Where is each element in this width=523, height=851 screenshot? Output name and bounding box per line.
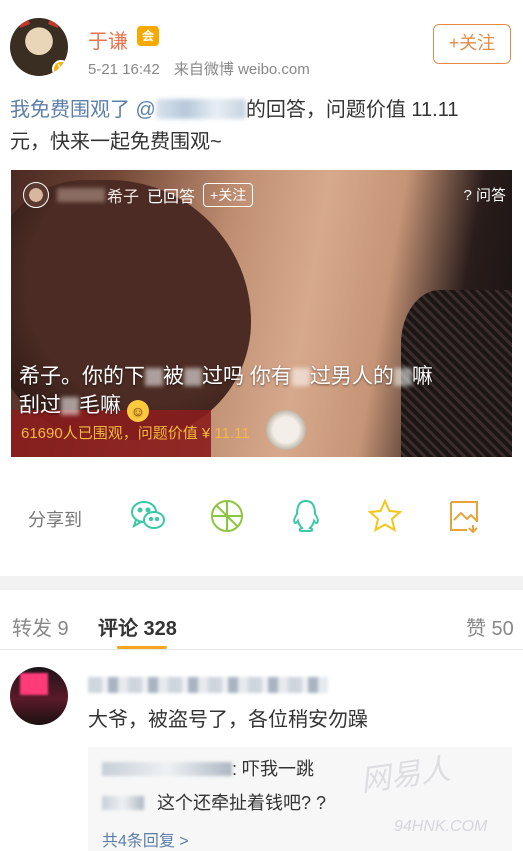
reply-text: : 吓我一跳 (232, 759, 315, 779)
question-part: 刮过 (19, 394, 61, 417)
follow-button[interactable]: +关注 (433, 24, 511, 64)
post-meta: 5-21 16:42 来自微博 weibo.com (88, 58, 310, 79)
vip-badge-icon: 会 (137, 26, 159, 46)
tab-likes[interactable]: 赞 50 (466, 612, 514, 641)
reply-item: : 吓我一跳 (102, 755, 314, 781)
section-divider (0, 576, 523, 590)
question-part: 嘛 (411, 365, 433, 388)
post-source: 来自微博 weibo.com (173, 61, 310, 78)
qzone-icon[interactable] (365, 496, 405, 536)
avatar[interactable]: V (10, 18, 68, 76)
username[interactable]: 于谦 (88, 25, 128, 54)
tongue-emoji-icon: ☺ (126, 400, 149, 422)
question-part: 毛嘛 (79, 394, 121, 417)
answer-stats: 61690人已围观，问题价值 ¥ 11.11 (21, 425, 250, 442)
blurred-word (61, 397, 79, 415)
blurred-word (184, 368, 202, 386)
share-label: 分享到 (28, 510, 82, 530)
question-part: 过男人的 (309, 365, 394, 388)
share-row: 分享到 (0, 490, 523, 546)
blurred-word (291, 368, 310, 386)
reply-item: 这个还牵扯着钱吧? ? (102, 789, 326, 815)
answer-card-header: 希子 已回答 +关注 (23, 180, 254, 210)
answerer-name[interactable]: 希子 (107, 183, 139, 207)
answer-card[interactable]: 希子 已回答 +关注 ? 问答 希子。你的下被过吗 你有 过男人的嘛 刮过 毛嘛 ☺… (11, 170, 512, 457)
comment-text: 大爷，被盗号了，各位稍安勿躁 (88, 709, 368, 731)
tab-repost[interactable]: 转发 9 (12, 612, 69, 641)
post-text-line2: 元，快来一起免费围观~ (10, 131, 222, 153)
qa-link[interactable]: ? 问答 (463, 184, 506, 205)
answered-label: 已回答 (147, 189, 196, 206)
post-text: 我免费围观了 @ 的回答，问题价值 11.11 元，快来一起免费围观~ (10, 94, 510, 158)
comment-tabs: 转发 9 评论 328 赞 50 (0, 590, 523, 650)
question-text: 希子。你的下被过吗 你有 过男人的嘛 刮过 毛嘛 ☺ (19, 362, 509, 422)
watermark-url: 94HNK.COM (394, 818, 488, 835)
blurred-word (145, 368, 163, 386)
blurred-word (393, 368, 412, 386)
moments-icon[interactable] (207, 496, 247, 536)
save-image-icon[interactable] (444, 496, 484, 536)
commenter-name-blur[interactable] (88, 677, 328, 693)
answer-follow-button[interactable]: +关注 (203, 183, 254, 207)
answerer-avatar[interactable] (23, 182, 49, 208)
reply-text: 这个还牵扯着钱吧? ? (157, 793, 327, 813)
reply-author-blur (102, 762, 232, 776)
tab-comments[interactable]: 评论 328 (98, 612, 177, 641)
post-timestamp: 5-21 16:42 (88, 61, 160, 78)
avatar-blur (20, 673, 48, 695)
verified-badge-icon: V (52, 60, 68, 76)
post-text-prefix: 我免费围观了 @ (10, 99, 156, 121)
antler-hat-icon (18, 18, 60, 28)
qq-icon[interactable] (286, 496, 326, 536)
post-text-middle: 的回答，问题价值 11.11 (245, 99, 459, 121)
wechat-icon[interactable] (128, 496, 168, 536)
question-part: 希子。你的下 (19, 365, 145, 388)
answerer-name-blur (57, 188, 105, 202)
question-part: 过吗 你有 (202, 365, 292, 388)
question-part: 被 (163, 365, 184, 388)
commenter-avatar[interactable] (10, 667, 68, 725)
tab-indicator (117, 646, 167, 649)
blurred-mention (155, 99, 246, 119)
more-replies-link[interactable]: 共4条回复 > (102, 827, 189, 851)
reply-author-blur (102, 796, 144, 810)
post-header: V 于谦 会 5-21 16:42 来自微博 weibo.com +关注 (0, 0, 523, 90)
